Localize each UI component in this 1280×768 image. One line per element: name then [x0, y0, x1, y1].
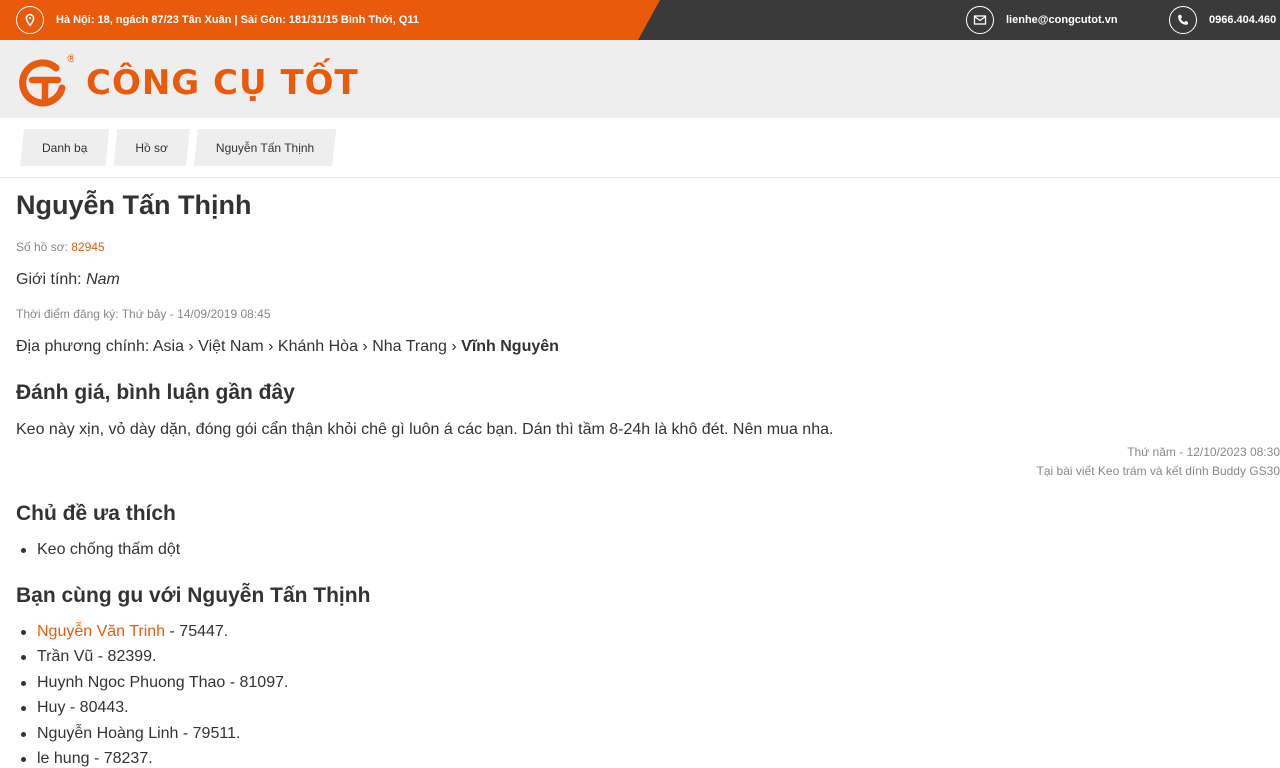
header-divider: [0, 177, 1280, 178]
registration-time: Thời điểm đăng ký: Thứ bảy - 14/09/2019 …: [16, 307, 271, 321]
similar-users-list: Nguyễn Văn Trinh - 75447. Trần Vũ - 8239…: [16, 619, 288, 768]
gender-value: Nam: [86, 271, 120, 288]
topics-list: Keo chống thấm dột: [16, 537, 180, 562]
gender-line: Giới tính: Nam: [16, 271, 120, 289]
location-final: Vĩnh Nguyên: [461, 338, 559, 355]
address-text: Hà Nội: 18, ngách 87/23 Tân Xuân | Sài G…: [56, 14, 420, 26]
address-item: Hà Nội: 18, ngách 87/23 Tân Xuân | Sài G…: [16, 0, 419, 40]
review-date: Thứ năm - 12/10/2023 08:30: [1127, 445, 1280, 459]
review-text: Keo này xịn, vỏ dày dặn, đóng gói cẩn th…: [16, 421, 834, 438]
phone-link[interactable]: 0966.404.460: [1209, 14, 1276, 26]
breadcrumb-item-directory[interactable]: Danh bạ: [20, 129, 109, 166]
list-item: Nguyễn Hoàng Linh - 79511.: [16, 721, 288, 746]
list-item: Huynh Ngoc Phuong Thao - 81097.: [16, 670, 288, 695]
topics-heading: Chủ đề ưa thích: [16, 502, 176, 525]
similar-user-link[interactable]: Nguyễn Văn Trinh: [37, 623, 165, 640]
logo-text: CÔNG CỤ TỐT: [86, 63, 359, 103]
similar-user-id: - 79511.: [178, 724, 241, 742]
phone-icon: [1169, 6, 1197, 34]
mail-icon: [966, 6, 994, 34]
reviews-heading: Đánh giá, bình luận gần đây: [16, 381, 295, 404]
similar-user-id: - 82399.: [93, 648, 157, 666]
similar-user-name: le hung: [37, 749, 90, 767]
location-label: Địa phương chính:: [16, 338, 150, 355]
list-item: Keo chống thấm dột: [16, 537, 180, 562]
similar-user-id: - 80443.: [65, 699, 129, 717]
similar-heading: Bạn cùng gu với Nguyễn Tấn Thịnh: [16, 584, 371, 607]
similar-user-id: - 81097.: [225, 673, 289, 691]
similar-user-name: Trần Vũ: [37, 648, 94, 666]
email-link[interactable]: lienhe@congcutot.vn: [1006, 14, 1118, 26]
breadcrumb-item-current[interactable]: Nguyễn Tấn Thịnh: [194, 129, 336, 166]
page-title: Nguyễn Tấn Thịnh: [16, 190, 252, 220]
breadcrumb: Danh bạ Hồ sơ Nguyễn Tấn Thịnh: [20, 129, 340, 166]
location-line: Địa phương chính: Asia › Việt Nam › Khán…: [16, 338, 559, 356]
phone-item[interactable]: 0966.404.460: [1169, 0, 1276, 40]
top-contact-bar: Hà Nội: 18, ngách 87/23 Tân Xuân | Sài G…: [0, 0, 1280, 40]
registered-mark: ®: [66, 52, 74, 65]
review-source[interactable]: Tại bài viết Keo trám và kết dính Buddy …: [1037, 464, 1280, 478]
profile-id-line: Số hồ sơ: 82945: [16, 240, 105, 254]
location-icon: [16, 6, 44, 34]
profile-id-label: Số hồ sơ:: [16, 240, 68, 254]
email-item[interactable]: lienhe@congcutot.vn: [966, 0, 1118, 40]
location-path: Asia › Việt Nam › Khánh Hòa › Nha Trang …: [152, 338, 457, 355]
gender-label: Giới tính:: [16, 271, 82, 288]
similar-user-name: Nguyễn Hoàng Linh: [37, 724, 179, 742]
similar-user-id: - 75447.: [165, 623, 229, 640]
list-item: Huy - 80443.: [16, 695, 288, 720]
logo-mark-icon: ®: [19, 52, 74, 107]
site-logo[interactable]: ® CÔNG CỤ TỐT: [16, 50, 359, 110]
site-header: ® CÔNG CỤ TỐT: [0, 40, 1280, 118]
list-item: Trần Vũ - 82399.: [16, 644, 288, 669]
list-item: le hung - 78237.: [16, 746, 288, 768]
profile-id-value: 82945: [71, 240, 105, 254]
breadcrumb-item-profiles[interactable]: Hồ sơ: [113, 129, 190, 166]
list-item: Nguyễn Văn Trinh - 75447.: [16, 619, 288, 644]
similar-user-name: Huy: [37, 699, 66, 717]
similar-user-id: - 78237.: [89, 749, 153, 767]
similar-user-name: Huynh Ngoc Phuong Thao: [37, 673, 226, 691]
